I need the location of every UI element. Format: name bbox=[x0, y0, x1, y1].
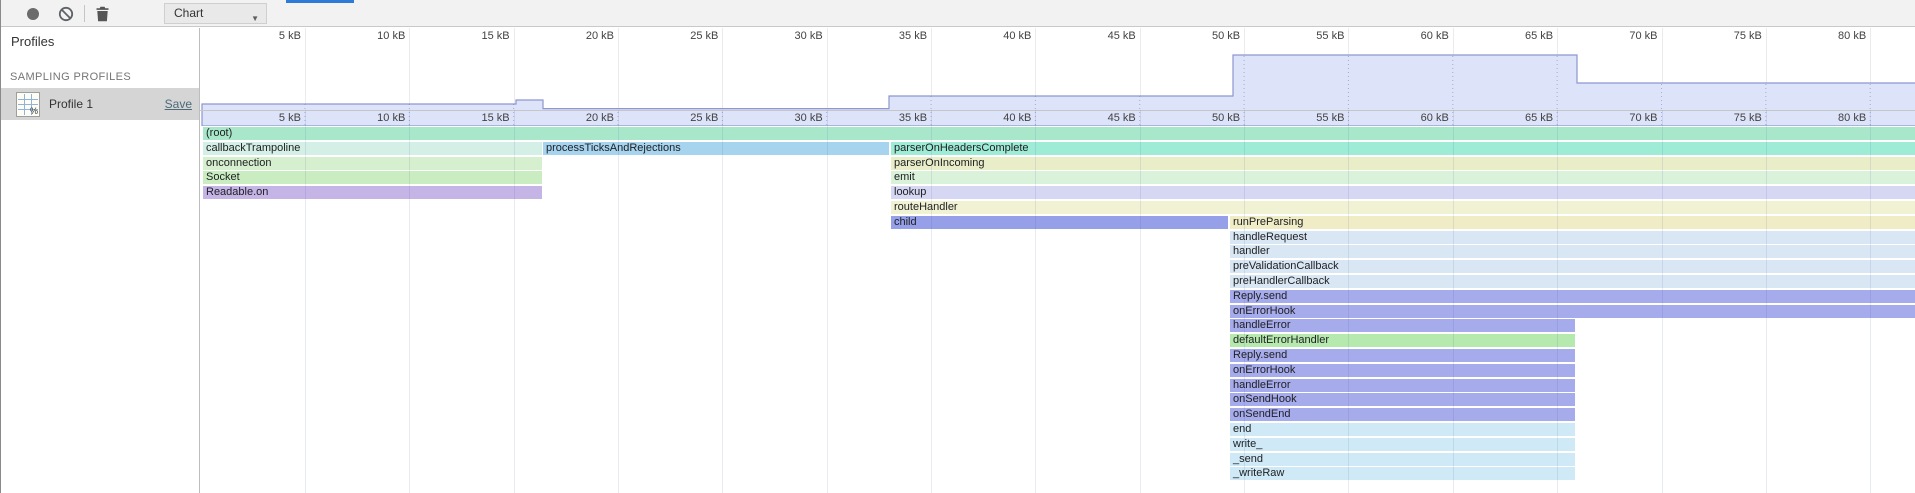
gridline bbox=[1870, 110, 1871, 493]
chevron-down-icon: ▼ bbox=[251, 9, 259, 28]
save-profile-link[interactable]: Save bbox=[165, 97, 192, 111]
flame-bar-onsendhook[interactable]: onSendHook bbox=[1230, 393, 1575, 406]
delete-profile-button[interactable] bbox=[95, 6, 110, 22]
flame-bar-prehandlercallback[interactable]: preHandlerCallback bbox=[1230, 275, 1915, 288]
gridline bbox=[1244, 110, 1245, 493]
gridline bbox=[1557, 110, 1558, 493]
flame-chart-canvas: (root) callbackTrampolineprocessTicksAndR… bbox=[200, 28, 1915, 493]
gridline bbox=[1348, 110, 1349, 493]
flame-bar-reply-send[interactable]: Reply.send bbox=[1230, 349, 1575, 362]
memory-profiler-panel: Chart ▼ Profiles SAMPLING PROFILES % Pro… bbox=[0, 0, 1915, 493]
flame-bar-lookup[interactable]: lookup bbox=[891, 186, 1915, 199]
flame-bar-readable-on[interactable]: Readable.on bbox=[203, 186, 542, 199]
gridline bbox=[931, 110, 932, 493]
gridline bbox=[1140, 110, 1141, 493]
sampling-profiles-section-label: SAMPLING PROFILES bbox=[10, 71, 131, 83]
flame-bar-onconnection[interactable]: onconnection bbox=[203, 157, 542, 170]
gridline bbox=[409, 110, 410, 493]
record-button[interactable] bbox=[27, 8, 39, 20]
flame-bar-write[interactable]: write_ bbox=[1230, 438, 1575, 451]
flame-bar-reply-send[interactable]: Reply.send bbox=[1230, 290, 1915, 303]
flame-bar-parseronheaderscomplete[interactable]: parserOnHeadersComplete bbox=[891, 142, 1915, 155]
flame-bar-root[interactable]: (root) bbox=[203, 127, 1915, 140]
flame-bar-onerrorhook[interactable]: onErrorHook bbox=[1230, 364, 1575, 377]
profiler-toolbar: Chart ▼ bbox=[1, 0, 1915, 27]
gridline bbox=[722, 110, 723, 493]
flame-chart-pane: 5 kB10 kB15 kB20 kB25 kB30 kB35 kB40 kB4… bbox=[200, 28, 1915, 493]
profiles-sidebar: Profiles SAMPLING PROFILES % Profile 1 S… bbox=[1, 28, 200, 493]
flame-bar-end[interactable]: end bbox=[1230, 423, 1575, 436]
flame-bar-handler[interactable]: handler bbox=[1230, 245, 1915, 258]
gridline bbox=[1453, 110, 1454, 493]
flame-bar-child[interactable]: child bbox=[891, 216, 1228, 229]
gridline bbox=[827, 110, 828, 493]
flame-bar-writeraw[interactable]: _writeRaw bbox=[1230, 467, 1575, 480]
gridline bbox=[1035, 110, 1036, 493]
profile-grid-icon: % bbox=[16, 92, 40, 117]
gridline bbox=[1662, 110, 1663, 493]
sidebar-title: Profiles bbox=[11, 34, 54, 49]
flame-bar-handleerror[interactable]: handleError bbox=[1230, 319, 1575, 332]
gridline bbox=[305, 110, 306, 493]
toolbar-divider bbox=[84, 5, 85, 22]
flame-bar-processticksandrejections[interactable]: processTicksAndRejections bbox=[543, 142, 889, 155]
flame-bar-socket[interactable]: Socket bbox=[203, 171, 542, 184]
flame-bar-parseronincoming[interactable]: parserOnIncoming bbox=[891, 157, 1915, 170]
view-mode-select[interactable]: Chart ▼ bbox=[164, 3, 267, 24]
gridline bbox=[514, 110, 515, 493]
flame-bar-onerrorhook[interactable]: onErrorHook bbox=[1230, 305, 1915, 318]
flame-bar-prevalidationcallback[interactable]: preValidationCallback bbox=[1230, 260, 1915, 273]
gridline bbox=[1766, 110, 1767, 493]
flame-bar-routehandler[interactable]: routeHandler bbox=[891, 201, 1915, 214]
flame-bar-defaulterrorhandler[interactable]: defaultErrorHandler bbox=[1230, 334, 1575, 347]
active-tab-indicator bbox=[286, 0, 354, 3]
flame-bar-send[interactable]: _send bbox=[1230, 453, 1575, 466]
profile-name: Profile 1 bbox=[49, 97, 93, 111]
flame-bar-handleerror[interactable]: handleError bbox=[1230, 379, 1575, 392]
flame-bar-handlerequest[interactable]: handleRequest bbox=[1230, 231, 1915, 244]
gridline bbox=[618, 110, 619, 493]
flame-bar-callbacktrampoline[interactable]: callbackTrampoline bbox=[203, 142, 542, 155]
flame-bar-runpreparsing[interactable]: runPreParsing bbox=[1230, 216, 1915, 229]
sidebar-item-profile-1[interactable]: % Profile 1 Save bbox=[1, 88, 199, 120]
flame-bar-onsendend[interactable]: onSendEnd bbox=[1230, 408, 1575, 421]
flame-bar-emit[interactable]: emit bbox=[891, 171, 1915, 184]
clear-icon[interactable] bbox=[58, 6, 74, 22]
view-mode-value: Chart bbox=[174, 6, 203, 20]
